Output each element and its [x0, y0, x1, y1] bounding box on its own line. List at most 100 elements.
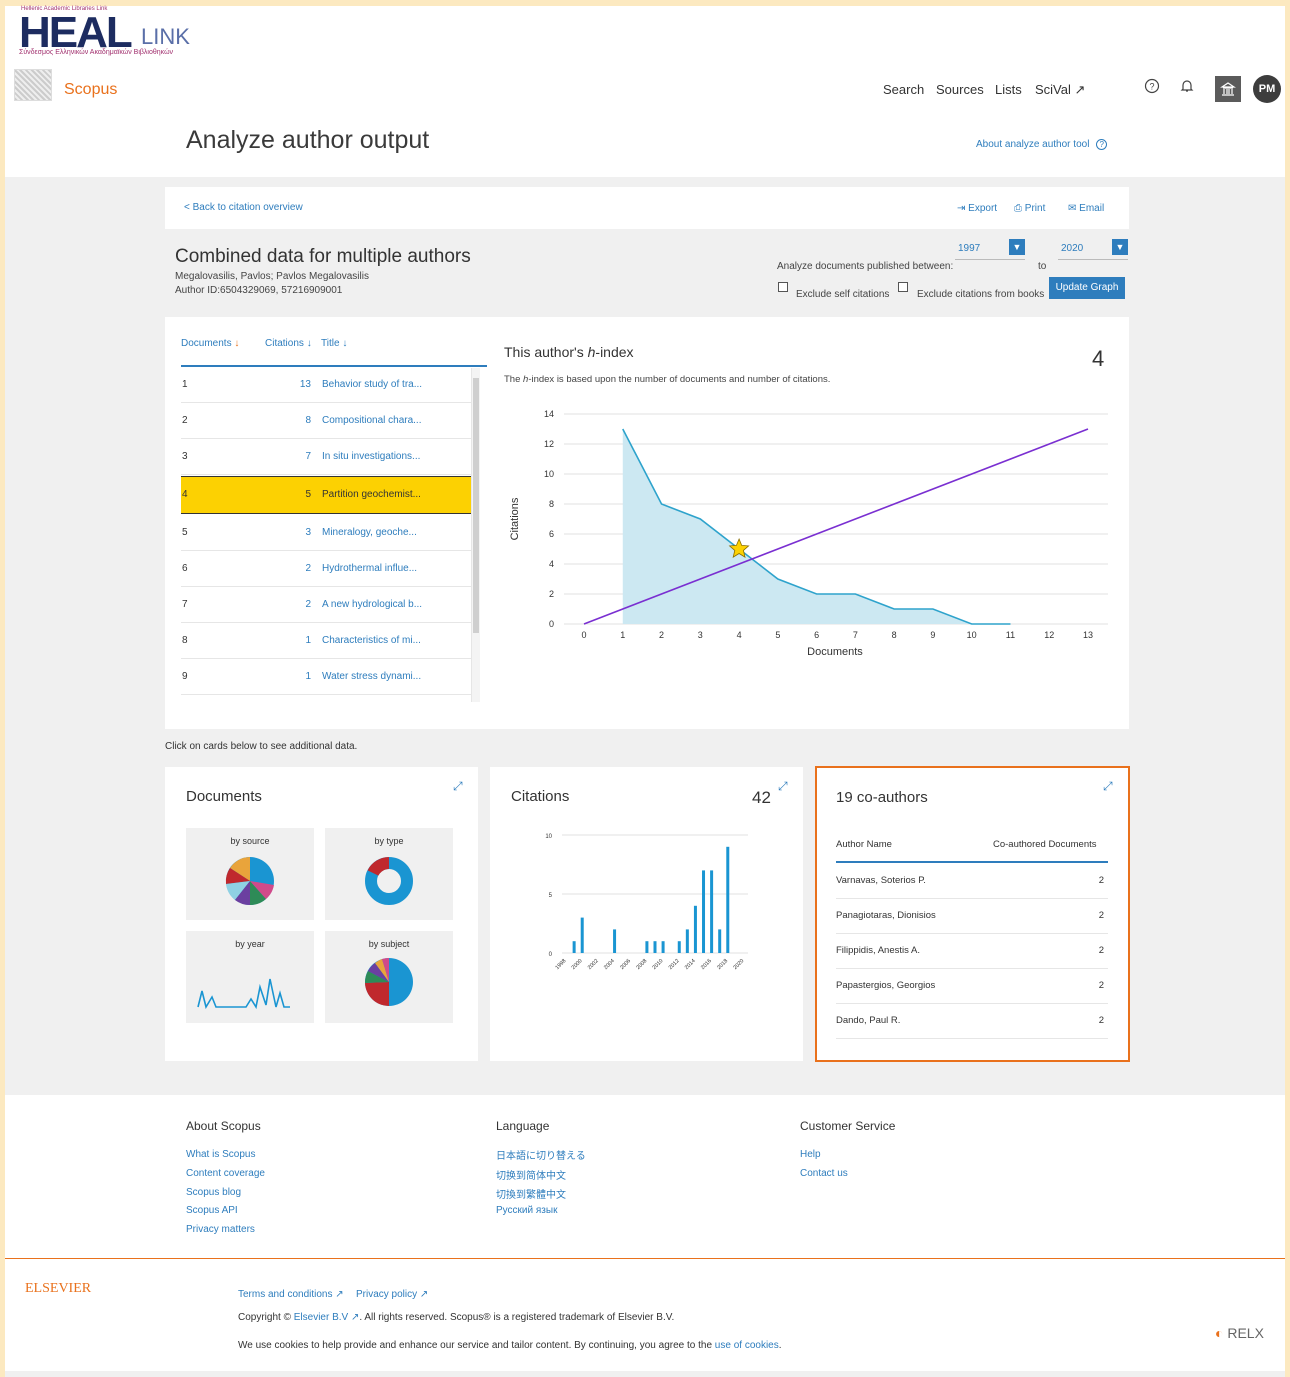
row-title-link[interactable]: Behavior study of tra...: [322, 379, 422, 390]
citations-bar-chart: 0 5 10 1998 2000 2002 2004 2006 2008 2010 2012 2014…: [545, 834, 748, 971]
by-source-tile[interactable]: by source: [186, 828, 314, 920]
to-label: to: [1038, 261, 1047, 272]
footer-link-traditional-chinese[interactable]: 切換到繁體中文: [496, 1186, 566, 1201]
coauthor-row[interactable]: Varnavas, Soterios P. 2: [836, 864, 1108, 899]
export-label: Export: [968, 203, 998, 214]
expand-icon[interactable]: ⤢: [453, 779, 463, 794]
footer-link-scopus-blog[interactable]: Scopus blog: [186, 1187, 241, 1198]
privacy-policy-link[interactable]: Privacy policy ↗: [356, 1289, 428, 1300]
sort-citations[interactable]: Citations ↓: [265, 338, 312, 349]
hindex-value: 4: [1092, 346, 1105, 371]
y-tick-label: 6: [549, 529, 554, 539]
table-row[interactable]: 6 2 Hydrothermal influe...: [181, 551, 477, 587]
table-row[interactable]: 2 8 Compositional chara...: [181, 403, 477, 439]
row-title-link[interactable]: Partition geochemist...: [322, 489, 421, 500]
citation-bar: [718, 929, 722, 953]
table-row[interactable]: 5 3 Mineralogy, geoche...: [181, 515, 477, 551]
sort-title[interactable]: Title ↓: [321, 338, 347, 349]
arrow-down-icon: ↓: [342, 338, 348, 349]
table-row[interactable]: 9 1 Water stress dynami...: [181, 659, 477, 695]
y-tick-label: 0: [549, 619, 554, 629]
citation-bar: [685, 929, 689, 953]
x-tick-label: 0: [581, 630, 586, 640]
footer-link-help[interactable]: Help: [800, 1149, 821, 1160]
coauthors-card-title: 19 co-authors: [836, 789, 928, 806]
x-tick-label: 2020: [732, 958, 745, 971]
by-type-label: by type: [374, 836, 404, 846]
citations-card[interactable]: Citations 42 ⤢ 0 5 10 1998 2000 2002 2004 2006 2…: [490, 767, 803, 1061]
nav-scival[interactable]: SciVal ↗: [1035, 82, 1085, 98]
click-hint: Click on cards below to see additional d…: [165, 741, 358, 752]
row-index: 3: [182, 451, 188, 462]
coauthor-row[interactable]: Panagiotaras, Dionisios 2: [836, 899, 1108, 934]
elsevier-tree-logo[interactable]: [14, 69, 52, 101]
coauthor-row[interactable]: Dando, Paul R. 2: [836, 1004, 1108, 1039]
row-title-link[interactable]: In situ investigations...: [322, 451, 420, 462]
documents-card[interactable]: Documents ⤢ by source by type by year by…: [165, 767, 478, 1061]
expand-icon[interactable]: ⤢: [1103, 779, 1113, 794]
exclude-books-checkbox[interactable]: [898, 282, 908, 292]
coauthor-row[interactable]: Papastergios, Georgios 2: [836, 969, 1108, 1004]
table-row[interactable]: 7 2 A new hydrological b...: [181, 587, 477, 623]
update-graph-button[interactable]: Update Graph: [1049, 277, 1125, 299]
relx-logo[interactable]: ◐ RELX: [1215, 1325, 1264, 1341]
about-analyze-link[interactable]: About analyze author tool ?: [976, 139, 1108, 150]
cookies-link[interactable]: use of cookies: [715, 1340, 779, 1351]
table-row[interactable]: 8 1 Characteristics of mi...: [181, 623, 477, 659]
scrollbar-thumb[interactable]: [473, 378, 479, 633]
scopus-logo[interactable]: Scopus: [64, 81, 117, 99]
chevron-down-icon[interactable]: ▼: [1112, 239, 1128, 255]
institution-icon[interactable]: [1215, 76, 1241, 102]
coauthor-row[interactable]: Filippidis, Anestis A. 2: [836, 934, 1108, 969]
by-type-tile[interactable]: by type: [325, 828, 453, 920]
export-button[interactable]: ⇥ Export: [957, 203, 997, 214]
row-title-link[interactable]: Characteristics of mi...: [322, 635, 421, 646]
user-avatar[interactable]: PM: [1253, 75, 1281, 103]
heal-link-logo[interactable]: Hellenic Academic Libraries Link HEAL LI…: [15, 6, 205, 60]
footer-link-contact-us[interactable]: Contact us: [800, 1168, 848, 1179]
email-button[interactable]: ✉ Email: [1068, 203, 1104, 214]
copyright-post: . All rights reserved. Scopus® is a regi…: [359, 1312, 675, 1323]
sort-documents[interactable]: Documents ↓: [181, 338, 239, 349]
footer-link-content-coverage[interactable]: Content coverage: [186, 1168, 265, 1179]
svg-text:?: ?: [1149, 82, 1154, 92]
footer-link-what-is-scopus[interactable]: What is Scopus: [186, 1149, 255, 1160]
row-title-link[interactable]: A new hydrological b...: [322, 599, 422, 610]
nav-sources[interactable]: Sources: [936, 82, 984, 97]
row-title-link[interactable]: Compositional chara...: [322, 415, 422, 426]
expand-icon[interactable]: ⤢: [778, 779, 788, 794]
by-subject-tile[interactable]: by subject: [325, 931, 453, 1023]
by-year-tile[interactable]: by year: [186, 931, 314, 1023]
footer-link-simplified-chinese[interactable]: 切换到简体中文: [496, 1167, 566, 1182]
row-title-link[interactable]: Mineralogy, geoche...: [322, 527, 417, 538]
exclude-self-label: Exclude self citations: [796, 289, 890, 300]
back-to-citation-overview[interactable]: < Back to citation overview: [184, 202, 303, 213]
print-label: Print: [1024, 203, 1046, 214]
nav-search[interactable]: Search: [883, 82, 924, 97]
x-tick-label: 2010: [652, 958, 665, 971]
footer-link-russian[interactable]: Русский язык: [496, 1205, 557, 1216]
nav-lists[interactable]: Lists: [995, 82, 1022, 97]
by-type-donut: [365, 857, 413, 905]
print-button[interactable]: ⎙ Print: [1014, 203, 1045, 214]
exclude-self-checkbox[interactable]: [778, 282, 788, 292]
row-citations: 7: [305, 451, 311, 462]
help-icon[interactable]: ?: [1140, 78, 1164, 102]
row-title-link[interactable]: Hydrothermal influe...: [322, 563, 417, 574]
footer-link-privacy-matters[interactable]: Privacy matters: [186, 1224, 255, 1235]
row-title-link[interactable]: Water stress dynami...: [322, 671, 421, 682]
y-tick-label: 8: [549, 499, 554, 509]
coauthor-count: 2: [1098, 875, 1104, 886]
year-to-value: 2020: [1061, 243, 1084, 254]
elsevier-bv-link[interactable]: Elsevier B.V ↗: [294, 1312, 360, 1323]
footer-link-japanese[interactable]: 日本語に切り替える: [496, 1147, 586, 1162]
chevron-down-icon[interactable]: ▼: [1009, 239, 1025, 255]
elsevier-logo[interactable]: ELSEVIER: [25, 1281, 91, 1297]
terms-link[interactable]: Terms and conditions ↗: [238, 1289, 344, 1300]
bell-icon[interactable]: [1175, 78, 1199, 102]
footer-link-scopus-api[interactable]: Scopus API: [186, 1205, 238, 1216]
table-row-highlighted[interactable]: 4 5 Partition geochemist...: [181, 476, 477, 514]
table-row[interactable]: 3 7 In situ investigations...: [181, 439, 477, 475]
table-scrollbar[interactable]: [471, 368, 480, 702]
table-row[interactable]: 1 13 Behavior study of tra...: [181, 367, 477, 403]
